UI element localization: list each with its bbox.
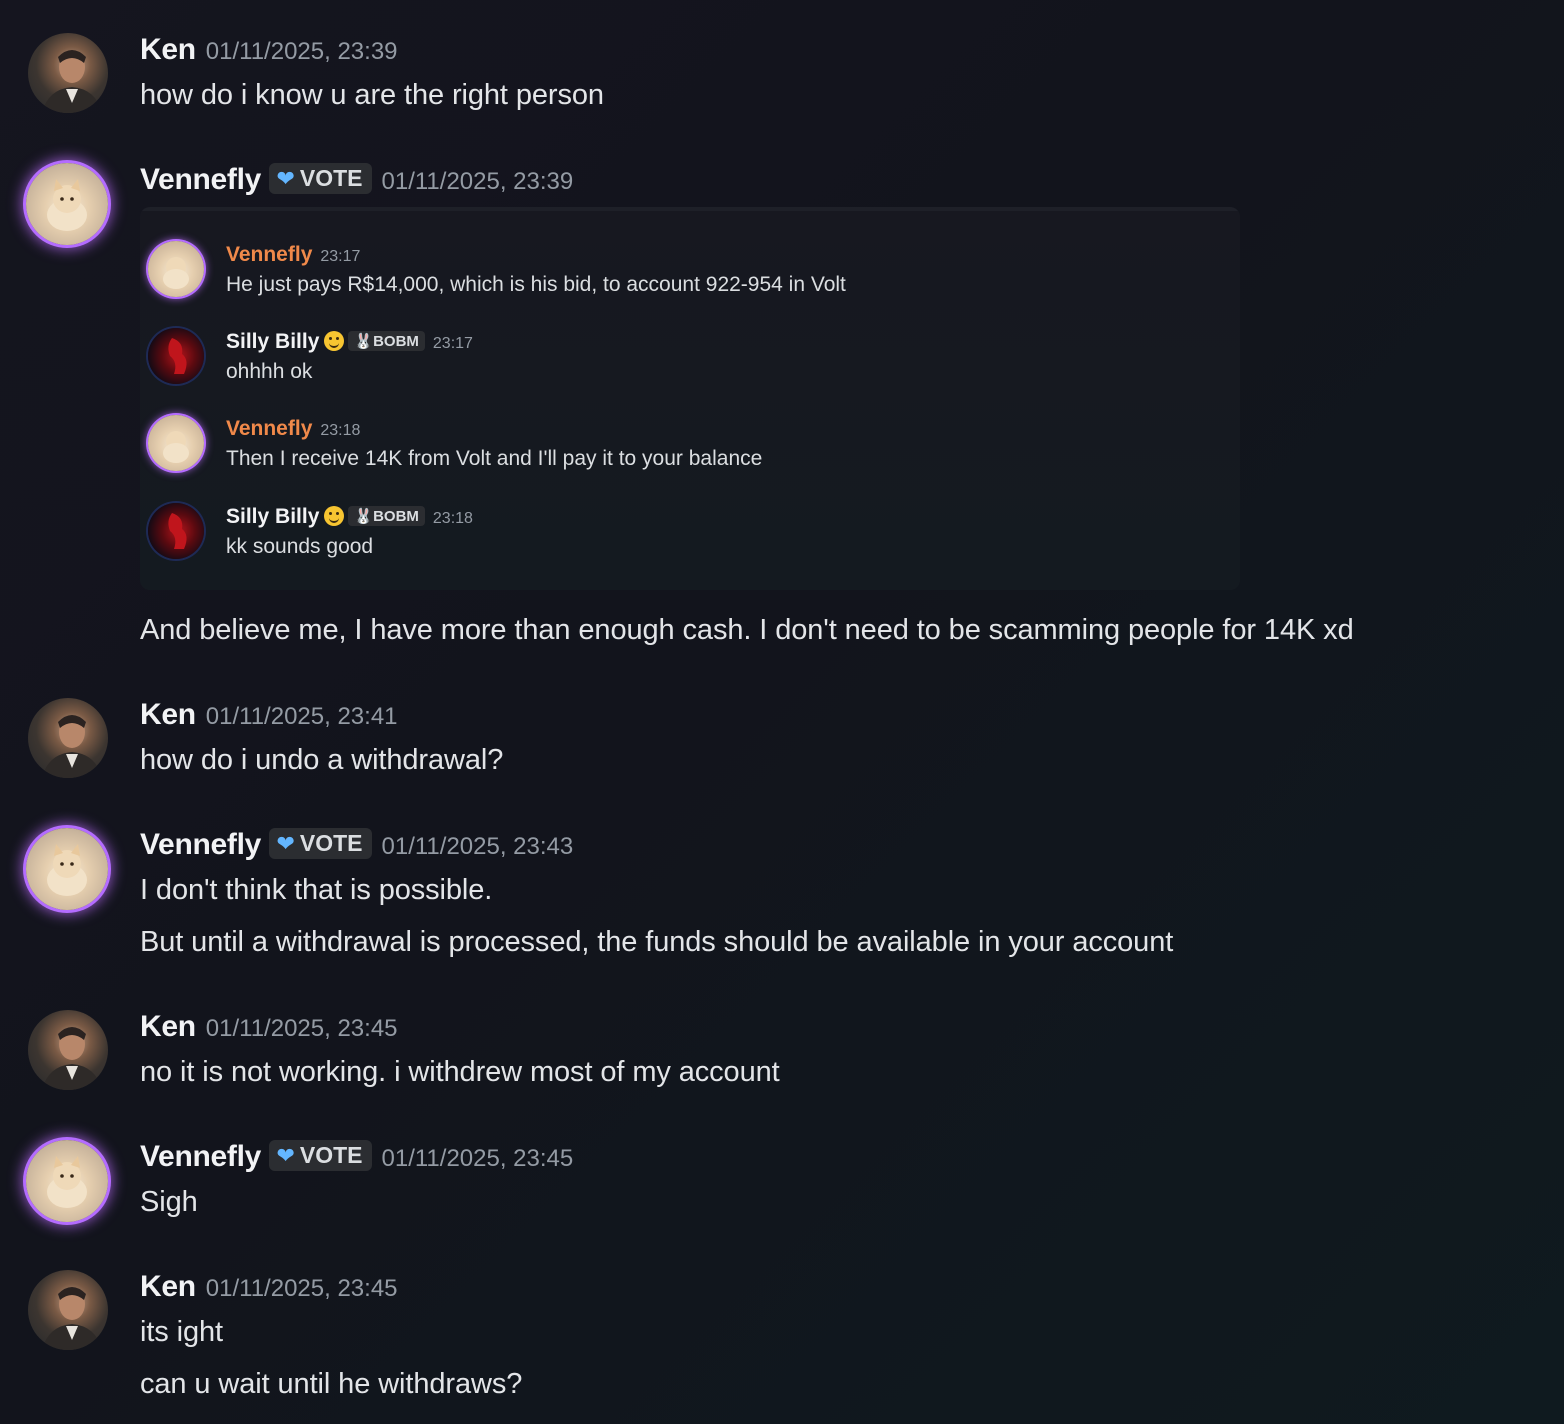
timestamp: 01/11/2025, 23:45 (205, 1015, 398, 1042)
avatar (148, 415, 204, 471)
zany-face-emoji (324, 331, 345, 351)
embed-username: Vennefly (226, 243, 313, 266)
message-text: I don't think that is possible. (140, 874, 493, 906)
embed-text: ohhhh ok (226, 360, 313, 383)
timestamp: 01/11/2025, 23:45 (381, 1145, 574, 1172)
embed-text: kk sounds good (226, 535, 374, 558)
vote-badge[interactable]: ❤ VOTE (269, 163, 372, 194)
badge-label: VOTE (299, 165, 363, 191)
embed-text: He just pays R$14,000, which is his bid,… (226, 273, 846, 296)
bunny-icon: 🐰 (354, 508, 374, 525)
avatar (148, 503, 204, 559)
blue-heart-icon: ❤ (276, 831, 295, 856)
badge-label: VOTE (299, 830, 363, 856)
message-text: can u wait until he withdraws? (140, 1368, 523, 1400)
embed-timestamp: 23:17 (432, 335, 473, 352)
message-text: But until a withdrawal is processed, the… (140, 926, 1174, 958)
timestamp: 01/11/2025, 23:39 (381, 168, 574, 195)
bobm-badge: 🐰BOBM (348, 331, 425, 351)
badge-label: VOTE (299, 1142, 363, 1168)
message-text: how do i undo a withdrawal? (140, 744, 504, 776)
embed-text: Then I receive 14K from Volt and I'll pa… (226, 447, 763, 470)
avatar[interactable] (28, 1270, 108, 1350)
clipped-top-text (140, 207, 1240, 211)
screenshot-embed[interactable]: Vennefly 23:17 He just pays R$14,000, whi… (140, 207, 1240, 590)
message-text: And believe me, I have more than enough … (140, 614, 1354, 646)
avatar[interactable] (28, 698, 108, 778)
message-text: Sigh (140, 1186, 198, 1218)
username[interactable]: Vennefly (140, 828, 261, 861)
timestamp: 01/11/2025, 23:41 (205, 703, 398, 730)
avatar[interactable] (28, 1010, 108, 1090)
username[interactable]: Ken (140, 1010, 196, 1043)
blue-heart-icon: ❤ (276, 1143, 295, 1168)
vote-badge[interactable]: ❤ VOTE (269, 1140, 372, 1171)
username[interactable]: Ken (140, 698, 196, 731)
avatar (148, 241, 204, 297)
embed-username: Silly Billy (226, 505, 320, 528)
embed-username: Vennefly (226, 417, 313, 440)
message-text: how do i know u are the right person (140, 79, 604, 111)
vote-badge[interactable]: ❤ VOTE (269, 828, 372, 859)
username[interactable]: Ken (140, 33, 196, 66)
embed-timestamp: 23:18 (320, 422, 361, 439)
bobm-badge: 🐰BOBM (348, 506, 425, 526)
avatar[interactable] (26, 828, 108, 910)
avatar[interactable] (28, 33, 108, 113)
timestamp: 01/11/2025, 23:39 (205, 38, 398, 65)
message-text: no it is not working. i withdrew most of… (140, 1056, 780, 1088)
username[interactable]: Vennefly (140, 163, 261, 196)
message-text: its ight (140, 1316, 224, 1348)
avatar[interactable] (26, 163, 108, 245)
blue-heart-icon: ❤ (276, 166, 295, 191)
username[interactable]: Vennefly (140, 1140, 261, 1173)
embed-timestamp: 23:17 (320, 248, 361, 265)
bunny-icon: 🐰 (354, 333, 374, 350)
timestamp: 01/11/2025, 23:45 (205, 1275, 398, 1302)
avatar (148, 328, 204, 384)
embed-timestamp: 23:18 (432, 510, 473, 527)
zany-face-emoji (324, 506, 345, 526)
avatar[interactable] (26, 1140, 108, 1222)
timestamp: 01/11/2025, 23:43 (381, 833, 574, 860)
username[interactable]: Ken (140, 1270, 196, 1303)
embed-username: Silly Billy (226, 330, 320, 353)
